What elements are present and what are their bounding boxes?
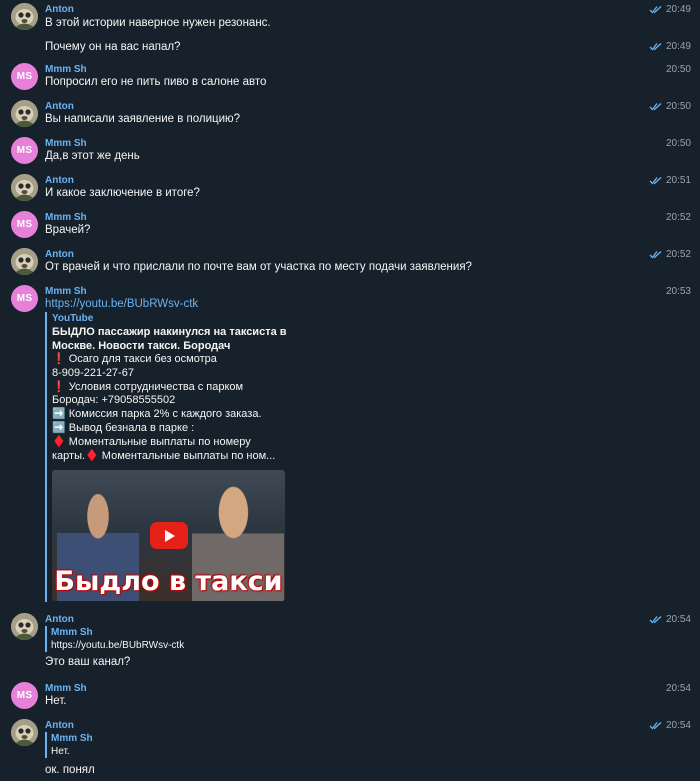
reply-quote[interactable]: Mmm Sh https://youtu.be/BUbRWsv-ctk (45, 626, 184, 652)
message-time: 20:54 (665, 720, 691, 731)
preview-description-line: ❗ Осаго для такси без осмотра (52, 353, 217, 365)
message-text: Да,в этот же день (45, 150, 140, 162)
anton-avatar[interactable] (11, 174, 38, 201)
message-text: От врачей и что прислали по почте вам от… (45, 261, 472, 273)
mmm-sh-avatar[interactable]: MS (11, 211, 38, 238)
play-icon[interactable] (150, 522, 188, 549)
message-text: Вы написали заявление в полицию? (45, 113, 241, 125)
sender-name[interactable]: Anton (45, 613, 74, 626)
message-text: ок. понял (45, 764, 95, 776)
thumbnail-caption: Быдло в такси (54, 566, 283, 597)
preview-description-line: Бородач: +79058555502 (52, 394, 176, 407)
preview-description-line: карты.♦️ Моментальные выплаты по ном... (52, 449, 276, 462)
double-check-icon (649, 176, 663, 185)
message-text: Это ваш канал? (45, 656, 131, 668)
preview-description-line: ➡️ Вывод безнала в парке : (52, 421, 195, 434)
double-check-icon (649, 615, 663, 624)
mmm-sh-avatar[interactable]: MS (11, 285, 38, 312)
sender-name[interactable]: Anton (45, 3, 74, 16)
message-time: 20:52 (665, 212, 691, 223)
message-time: 20:54 (665, 683, 691, 694)
quote-sender: Mmm Sh (51, 733, 93, 744)
mmm-sh-avatar[interactable]: MS (11, 63, 38, 90)
message-text: Почему он на вас напал? (45, 41, 181, 53)
youtube-link[interactable]: https://youtu.be/BUbRWsv-ctk (45, 297, 198, 312)
double-check-icon (649, 250, 663, 259)
chat-history: Anton В этой истории наверное нужен резо… (0, 0, 700, 781)
message-text: Попросил его не пить пиво в салоне авто (45, 76, 267, 88)
preview-site-name: YouTube (52, 313, 94, 324)
anton-avatar[interactable] (11, 613, 38, 640)
message-time: 20:50 (665, 64, 691, 75)
double-check-icon (649, 102, 663, 111)
preview-description-line: 8-909-221-27-67 (52, 366, 134, 379)
preview-description-line: ➡️ Комиссия парка 2% с каждого заказа. (52, 408, 262, 421)
message-time: 20:51 (665, 175, 691, 186)
preview-description-line: ♦️ Моментальные выплаты по номеру (52, 435, 251, 448)
reply-quote[interactable]: Mmm Sh Нет. (45, 732, 93, 758)
message-time: 20:50 (665, 138, 691, 149)
preview-description: ❗ Осаго для такси без осмотра 8-909-221-… (52, 353, 295, 463)
anton-avatar[interactable] (11, 248, 38, 275)
anton-avatar[interactable] (11, 719, 38, 746)
message-time: 20:50 (665, 101, 691, 112)
quote-sender: Mmm Sh (51, 627, 93, 638)
double-check-icon (649, 5, 663, 14)
video-thumbnail[interactable]: Быдло в такси (52, 470, 285, 601)
anton-avatar[interactable] (11, 100, 38, 127)
anton-avatar[interactable] (11, 3, 38, 30)
sender-name[interactable]: Anton (45, 719, 74, 732)
double-check-icon (649, 721, 663, 730)
mmm-sh-avatar[interactable]: MS (11, 137, 38, 164)
preview-description-line: ❗ Условия сотрудничества с парком (52, 380, 244, 393)
message-text: В этой истории наверное нужен резонанс. (45, 17, 271, 29)
message-time: 20:52 (665, 249, 691, 260)
message-time: 20:49 (665, 41, 691, 52)
quote-text: Нет. (51, 746, 70, 757)
message-time: 20:49 (665, 4, 691, 15)
double-check-icon (649, 42, 663, 51)
message-text: Врачей? (45, 224, 91, 236)
quote-text: https://youtu.be/BUbRWsv-ctk (51, 640, 185, 651)
message-time: 20:53 (665, 286, 691, 297)
mmm-sh-avatar[interactable]: MS (11, 682, 38, 709)
message-time: 20:54 (665, 614, 691, 625)
message-text: И какое заключение в итоге? (45, 187, 200, 199)
link-preview[interactable]: YouTube БЫДЛО пассажир накинулся на такс… (45, 312, 295, 602)
message-text: Нет. (45, 695, 67, 707)
preview-title-line: БЫДЛО пассажир накинулся на таксиста в (52, 326, 287, 338)
preview-title-line: Москве. Новости такси. Бородач (52, 340, 231, 352)
